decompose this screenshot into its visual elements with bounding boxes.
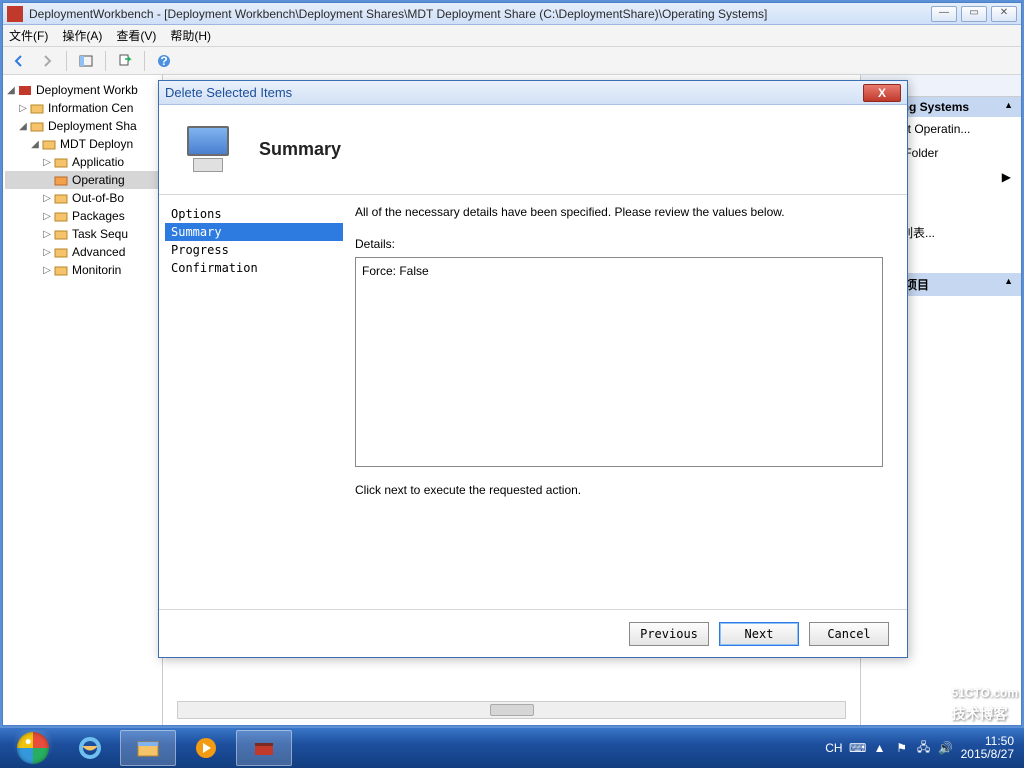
wizard-content: All of the necessary details have been s…: [349, 195, 907, 609]
ime-indicator[interactable]: CH: [825, 741, 842, 755]
taskbar-explorer[interactable]: [120, 730, 176, 766]
taskbar: CH ⌨ ▲ ⚑ 🖧 🔊 11:50 2015/8/27: [0, 728, 1024, 768]
wizard-header: Summary: [159, 105, 907, 195]
cancel-button[interactable]: Cancel: [809, 622, 889, 646]
tray-up-icon[interactable]: ▲: [873, 741, 887, 755]
details-box[interactable]: Force: False: [355, 257, 883, 467]
menu-file[interactable]: 文件(F): [9, 27, 48, 44]
export-button[interactable]: [113, 50, 137, 72]
back-button[interactable]: [7, 50, 31, 72]
tree-information-center[interactable]: ▷Information Cen: [5, 99, 160, 117]
tree-task-sequences[interactable]: ▷Task Sequ: [5, 225, 160, 243]
volume-icon[interactable]: 🔊: [939, 741, 953, 755]
wizard-close-button[interactable]: X: [863, 84, 901, 102]
wizard-step-confirmation[interactable]: Confirmation: [165, 259, 343, 277]
system-tray: CH ⌨ ▲ ⚑ 🖧 🔊 11:50 2015/8/27: [825, 735, 1018, 761]
wizard-hint: Click next to execute the requested acti…: [355, 483, 883, 497]
menu-view[interactable]: 查看(V): [116, 27, 156, 44]
wizard-step-progress[interactable]: Progress: [165, 241, 343, 259]
wizard-titlebar[interactable]: Delete Selected Items X: [159, 81, 907, 105]
taskbar-media-player[interactable]: [178, 730, 234, 766]
action-center-icon[interactable]: ⚑: [895, 741, 909, 755]
taskbar-deployment-workbench[interactable]: [236, 730, 292, 766]
wizard-step-title: Summary: [259, 139, 341, 160]
maximize-button[interactable]: ▭: [961, 6, 987, 22]
clock[interactable]: 11:50 2015/8/27: [961, 735, 1014, 761]
computer-icon: [183, 122, 239, 178]
wizard-nav: Options Summary Progress Confirmation: [159, 195, 349, 609]
mmc-titlebar: DeploymentWorkbench - [Deployment Workbe…: [3, 3, 1021, 25]
wizard-dialog: Delete Selected Items X Summary Options …: [158, 80, 908, 658]
tree-mdt-share[interactable]: ◢MDT Deployn: [5, 135, 160, 153]
tree-out-of-box[interactable]: ▷Out-of-Bo: [5, 189, 160, 207]
help-button[interactable]: ?: [152, 50, 176, 72]
minimize-button[interactable]: —: [931, 6, 957, 22]
wizard-step-summary[interactable]: Summary: [165, 223, 343, 241]
wizard-step-options[interactable]: Options: [165, 205, 343, 223]
app-icon: [7, 6, 23, 22]
tree-operating-systems[interactable]: Operating: [5, 171, 160, 189]
svg-text:?: ?: [160, 54, 167, 68]
wizard-instruction: All of the necessary details have been s…: [355, 205, 883, 219]
previous-button[interactable]: Previous: [629, 622, 709, 646]
tree-applications[interactable]: ▷Applicatio: [5, 153, 160, 171]
tree-root[interactable]: ◢Deployment Workb: [5, 81, 160, 99]
next-button[interactable]: Next: [719, 622, 799, 646]
taskbar-ie[interactable]: [62, 730, 118, 766]
menu-bar: 文件(F) 操作(A) 查看(V) 帮助(H): [3, 25, 1021, 47]
keyboard-icon[interactable]: ⌨: [851, 741, 865, 755]
start-button[interactable]: [6, 730, 60, 766]
details-label: Details:: [355, 237, 883, 251]
tree-advanced[interactable]: ▷Advanced: [5, 243, 160, 261]
menu-action[interactable]: 操作(A): [62, 27, 102, 44]
tree-monitoring[interactable]: ▷Monitorin: [5, 261, 160, 279]
wizard-button-bar: Previous Next Cancel: [159, 609, 907, 657]
tree-packages[interactable]: ▷Packages: [5, 207, 160, 225]
horizontal-scrollbar[interactable]: [177, 701, 846, 719]
tree-deployment-shares[interactable]: ◢Deployment Sha: [5, 117, 160, 135]
window-title: DeploymentWorkbench - [Deployment Workbe…: [29, 7, 931, 21]
tree-pane[interactable]: ◢Deployment Workb ▷Information Cen ◢Depl…: [3, 75, 163, 725]
close-button[interactable]: ✕: [991, 6, 1017, 22]
network-icon[interactable]: 🖧: [917, 741, 931, 755]
show-hide-button[interactable]: [74, 50, 98, 72]
menu-help[interactable]: 帮助(H): [170, 27, 211, 44]
toolbar: ?: [3, 47, 1021, 75]
wizard-title: Delete Selected Items: [165, 85, 863, 100]
forward-button[interactable]: [35, 50, 59, 72]
windows-orb-icon: [17, 732, 49, 764]
